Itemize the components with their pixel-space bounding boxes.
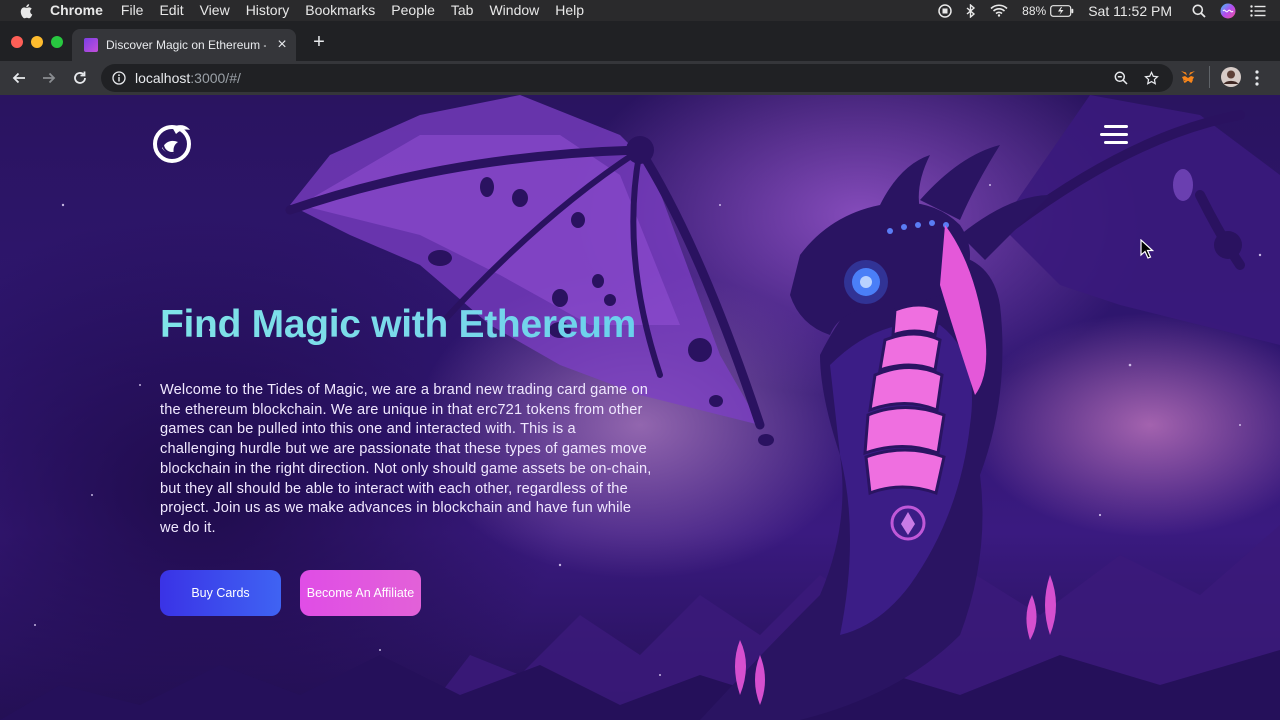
toolbar-divider [1209,66,1210,88]
metamask-extension-icon[interactable] [1179,68,1197,91]
menu-edit[interactable]: Edit [159,0,183,21]
window-close-button[interactable] [11,36,23,48]
tides-of-magic-logo-icon[interactable] [150,120,196,166]
siri-icon[interactable] [1220,3,1236,19]
forward-arrow-icon[interactable] [39,68,59,88]
chrome-menu-icon[interactable] [1254,69,1260,92]
hamburger-line [1104,125,1128,128]
menu-history[interactable]: History [246,0,290,21]
window-minimize-button[interactable] [31,36,43,48]
browser-tab-active[interactable]: Discover Magic on Ethereum - × [72,29,296,61]
menu-help[interactable]: Help [555,0,584,21]
hero-title: Find Magic with Ethereum [160,303,636,346]
buy-cards-button[interactable]: Buy Cards [160,570,281,616]
browser-tab-strip: Discover Magic on Ethereum - × + [0,21,1280,61]
page-viewport: Find Magic with Ethereum Welcome to the … [0,95,1280,720]
tab-title: Discover Magic on Ethereum - [106,38,266,52]
hero-description: Welcome to the Tides of Magic, we are a … [160,382,652,536]
menubar-status-area: 88% Sat 11:52 PM [938,0,1280,21]
battery-percentage: 88% [1022,3,1047,18]
become-affiliate-button[interactable]: Become An Affiliate [300,570,421,616]
site-info-icon[interactable] [111,70,127,86]
bookmark-star-icon[interactable] [1144,70,1159,86]
wifi-icon[interactable] [990,4,1008,17]
omnibox-actions [1114,64,1159,92]
menubar-clock[interactable]: Sat 11:52 PM [1088,3,1172,19]
menu-file[interactable]: File [121,0,144,21]
new-tab-icon[interactable]: + [309,32,329,52]
menu-tab[interactable]: Tab [451,0,474,21]
menu-app-chrome[interactable]: Chrome [50,0,103,21]
browser-toolbar: localhost:3000/#/ [0,61,1280,95]
spotlight-search-icon[interactable] [1192,4,1206,18]
bluetooth-icon[interactable] [966,3,976,18]
mouse-cursor-icon [1140,239,1154,259]
battery-icon[interactable] [1050,4,1074,17]
url-host: localhost [135,70,191,86]
tab-favicon-icon [84,38,98,52]
apple-icon[interactable] [19,3,33,19]
menu-bookmarks[interactable]: Bookmarks [305,0,375,21]
macos-menu-bar: Chrome File Edit View History Bookmarks … [0,0,1280,21]
address-bar[interactable]: localhost:3000/#/ [101,64,1173,92]
profile-avatar[interactable] [1220,66,1242,93]
back-arrow-icon[interactable] [9,68,29,88]
notification-center-icon[interactable] [1250,4,1266,17]
hamburger-line [1104,141,1128,144]
url-text[interactable]: localhost:3000/#/ [135,70,241,86]
menu-people[interactable]: People [391,0,435,21]
menu-view[interactable]: View [200,0,230,21]
hamburger-line [1100,133,1128,136]
url-path: :3000/#/ [190,70,241,86]
hamburger-menu-icon[interactable] [1100,125,1128,147]
tab-close-icon[interactable]: × [274,36,290,54]
screen-record-icon[interactable] [938,3,952,18]
reload-icon[interactable] [70,68,90,88]
window-zoom-button[interactable] [51,36,63,48]
zoom-icon[interactable] [1114,71,1128,85]
menu-window[interactable]: Window [489,0,539,21]
